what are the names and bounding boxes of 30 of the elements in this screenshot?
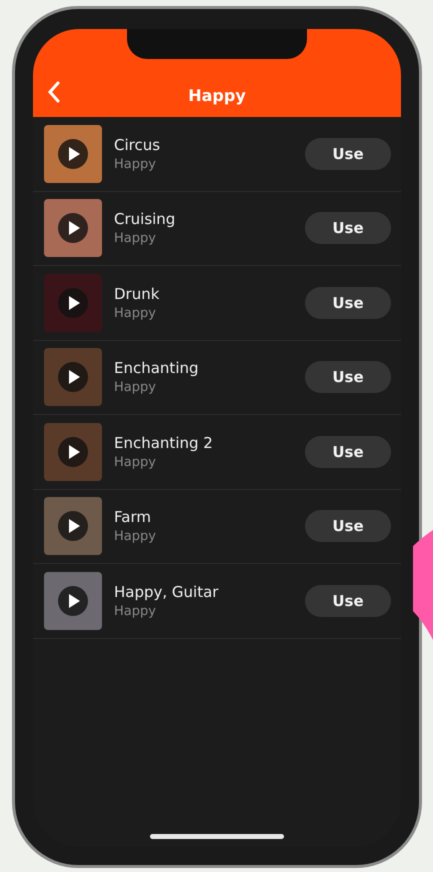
track-title: Enchanting 2 — [114, 434, 214, 452]
play-icon[interactable] — [58, 436, 88, 467]
track-title: Drunk — [114, 284, 160, 303]
back-icon[interactable] — [47, 81, 61, 103]
play-icon[interactable] — [58, 586, 88, 616]
use-button[interactable]: Use — [305, 286, 391, 319]
track-title: Circus — [114, 136, 162, 154]
use-button[interactable]: Use — [305, 361, 391, 394]
use-button[interactable]: Use — [305, 212, 391, 244]
use-button[interactable]: Use — [305, 584, 391, 617]
track-category: Happy — [114, 231, 157, 246]
play-icon[interactable] — [58, 288, 88, 318]
track-category: Happy — [114, 604, 157, 619]
track-category: Happy — [114, 454, 157, 470]
play-icon[interactable] — [58, 213, 88, 244]
play-icon[interactable] — [58, 362, 88, 392]
play-icon[interactable] — [58, 138, 88, 169]
use-button[interactable]: Use — [305, 436, 391, 468]
track-category: Happy — [114, 156, 157, 172]
screen-title: Happy — [188, 86, 246, 105]
track-title: Cruising — [114, 210, 176, 228]
track-category: Happy — [114, 529, 157, 544]
track-category: Happy — [114, 380, 157, 396]
track-category: Happy — [114, 306, 157, 321]
track-title: Happy, Guitar — [114, 582, 220, 601]
play-icon[interactable] — [58, 511, 88, 542]
use-button[interactable]: Use — [305, 510, 391, 542]
track-title: Farm — [114, 508, 152, 526]
use-button[interactable]: Use — [305, 138, 391, 170]
track-title: Enchanting — [114, 359, 200, 378]
